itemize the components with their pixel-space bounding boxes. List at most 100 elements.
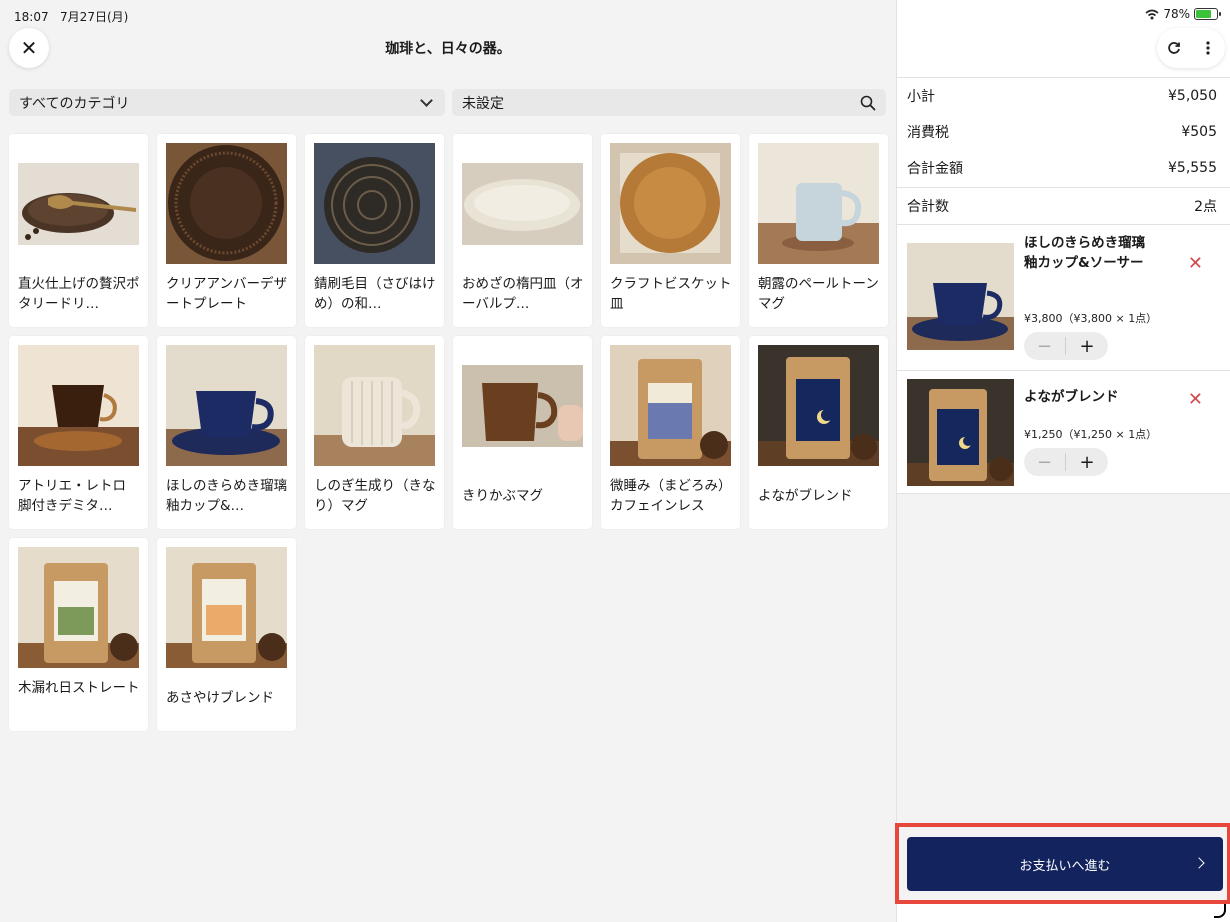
quantity-stepper: − + — [1024, 448, 1108, 476]
product-card[interactable]: 朝露のペールトーンマグ — [749, 134, 888, 327]
page-title: 珈琲と、日々の器。 — [385, 41, 511, 57]
count-value: 2点 — [1194, 199, 1217, 215]
product-name: 木漏れ日ストレート — [18, 680, 140, 696]
cart-panel: 小計 ¥5,050 消費税 ¥505 合計金額 ¥5,555 合計数 2点 ほし… — [895, 0, 1230, 922]
close-icon: ✕ — [1187, 389, 1203, 410]
product-grid: 直火仕上げの贅沢ポタリードリ… クリアアンバーデザートプレート 錆刷毛目（さびは… — [9, 134, 888, 731]
product-card[interactable]: 木漏れ日ストレート — [9, 538, 148, 731]
decrement-button[interactable]: − — [1024, 451, 1066, 473]
product-image — [18, 345, 139, 466]
more-button[interactable] — [1196, 36, 1220, 60]
increment-button[interactable]: + — [1066, 448, 1108, 476]
category-dropdown[interactable]: すべてのカテゴリ — [9, 89, 445, 116]
increment-button[interactable]: + — [1066, 332, 1108, 360]
product-name: きりかぶマグ — [462, 488, 543, 504]
product-card[interactable]: アトリエ・レトロ 脚付きデミタ… — [9, 336, 148, 529]
product-name: あさやけブレンド — [166, 690, 274, 706]
chevron-down-icon — [420, 93, 433, 107]
product-card[interactable]: しのぎ生成り（きなり）マグ — [305, 336, 444, 529]
quantity-stepper: − + — [1024, 332, 1108, 360]
product-card[interactable]: よながブレンド — [749, 336, 888, 529]
product-name: おめざの楕円皿（オーバルプ… — [462, 276, 584, 312]
wifi-icon — [1145, 9, 1159, 19]
subtotal-label: 小計 — [907, 89, 935, 105]
chevron-right-icon — [1193, 857, 1205, 869]
subtotal-value: ¥5,050 — [1168, 88, 1217, 104]
search-icon — [860, 95, 876, 110]
product-card[interactable]: おめざの楕円皿（オーバルプ… — [453, 134, 592, 327]
product-area: ✕ 珈琲と、日々の器。 すべてのカテゴリ 未設定 直火仕上げの贅沢ポタリードリ…… — [0, 0, 896, 922]
product-name: クラフトビスケット皿 — [610, 276, 732, 312]
product-image — [758, 345, 879, 466]
product-image — [462, 143, 583, 264]
product-name: 微睡み（まどろみ）カフェインレス — [610, 478, 732, 514]
total-row: 合計金額 ¥5,555 — [897, 150, 1230, 186]
product-card[interactable]: 直火仕上げの贅沢ポタリードリ… — [9, 134, 148, 327]
category-dropdown-label: すべてのカテゴリ — [19, 95, 130, 112]
refresh-icon — [1168, 42, 1180, 54]
pay-button-highlight: お支払いへ進む — [895, 823, 1230, 904]
minus-icon: − — [1036, 451, 1053, 473]
total-label: 合計金額 — [907, 161, 963, 177]
product-card[interactable]: 錆刷毛目（さびはけめ）の和… — [305, 134, 444, 327]
more-vertical-icon — [1206, 41, 1210, 55]
cart-empty-area — [897, 493, 1230, 823]
cart-item-price: ¥3,800（¥3,800 × 1点） — [1024, 312, 1158, 325]
tax-row: 消費税 ¥505 — [897, 114, 1230, 150]
product-name: クリアアンバーデザートプレート — [166, 276, 287, 312]
product-card[interactable]: きりかぶマグ — [453, 336, 592, 529]
status-bar: 18:07 7月27日(月) 78% — [0, 0, 1230, 28]
product-image — [610, 345, 731, 466]
cart-item-image — [907, 379, 1014, 486]
cart-actions — [1157, 28, 1225, 68]
proceed-to-payment-button[interactable]: お支払いへ進む — [907, 837, 1223, 891]
product-card[interactable]: あさやけブレンド — [157, 538, 296, 731]
product-card[interactable]: クリアアンバーデザートプレート — [157, 134, 296, 327]
decrement-button[interactable]: − — [1024, 335, 1066, 357]
refresh-button[interactable] — [1162, 36, 1186, 60]
product-card[interactable]: ほしのきらめき瑠璃釉カップ&… — [157, 336, 296, 529]
cart-item: よながブレンド ✕ ¥1,250（¥1,250 × 1点） − + — [897, 371, 1230, 493]
status-indicators: 78% — [1145, 7, 1221, 21]
remove-item-button[interactable]: ✕ — [1188, 389, 1203, 410]
cart-item-image — [907, 243, 1014, 350]
product-card[interactable]: クラフトビスケット皿 — [601, 134, 740, 327]
battery-percent: 78% — [1163, 7, 1190, 21]
count-label: 合計数 — [907, 199, 949, 215]
product-image — [18, 547, 139, 668]
product-image — [314, 143, 435, 264]
product-image — [166, 547, 287, 668]
tax-label: 消費税 — [907, 125, 949, 141]
subtotal-row: 小計 ¥5,050 — [897, 78, 1230, 114]
product-name: アトリエ・レトロ 脚付きデミタ… — [18, 478, 126, 514]
battery-icon — [1194, 8, 1221, 20]
product-image — [610, 143, 731, 264]
product-card[interactable]: 微睡み（まどろみ）カフェインレス — [601, 336, 740, 529]
product-image — [18, 143, 139, 264]
product-name: 直火仕上げの贅沢ポタリードリ… — [18, 276, 140, 312]
count-row: 合計数 2点 — [897, 188, 1230, 224]
tax-value: ¥505 — [1181, 124, 1217, 140]
product-image — [758, 143, 879, 264]
product-image — [462, 345, 583, 466]
search-input-value: 未設定 — [462, 95, 504, 112]
pay-button-label: お支払いへ進む — [1019, 858, 1111, 874]
close-icon: ✕ — [1187, 253, 1203, 274]
product-image — [166, 143, 287, 264]
corner-mark — [1214, 904, 1226, 918]
cart-item-price: ¥1,250（¥1,250 × 1点） — [1024, 428, 1158, 441]
cart-item-name: ほしのきらめき瑠璃釉カップ&ソーサー — [1024, 235, 1146, 271]
product-name: よながブレンド — [758, 488, 853, 504]
minus-icon: − — [1036, 335, 1053, 357]
plus-icon: + — [1079, 451, 1095, 473]
product-image — [314, 345, 435, 466]
product-name: しのぎ生成り（きなり）マグ — [314, 478, 436, 514]
cart-item: ほしのきらめき瑠璃釉カップ&ソーサー ✕ ¥3,800（¥3,800 × 1点）… — [897, 225, 1230, 370]
plus-icon: + — [1079, 335, 1095, 357]
cart-item-name: よながブレンド — [1024, 389, 1119, 405]
product-image — [166, 345, 287, 466]
remove-item-button[interactable]: ✕ — [1188, 253, 1203, 274]
search-input[interactable]: 未設定 — [452, 89, 886, 116]
total-value: ¥5,555 — [1168, 160, 1217, 176]
product-name: 朝露のペールトーンマグ — [758, 276, 879, 312]
